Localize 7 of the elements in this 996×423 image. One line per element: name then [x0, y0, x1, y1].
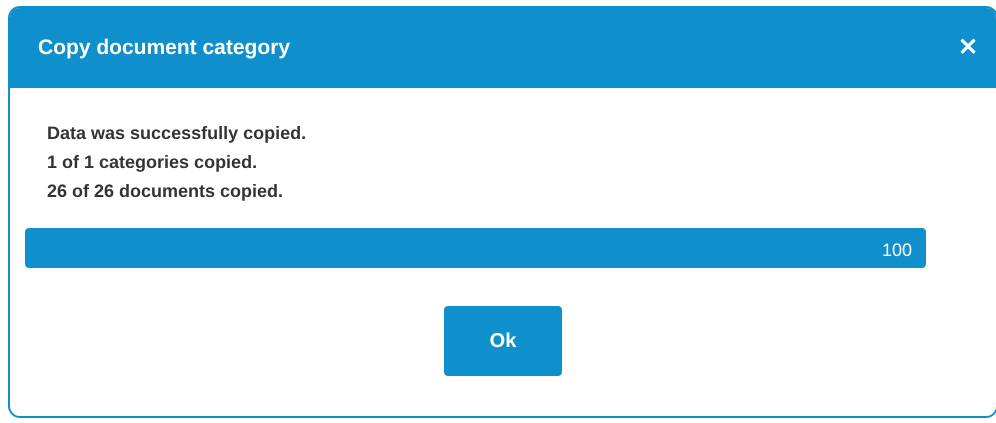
progress-value: 100	[882, 239, 912, 262]
message-text: Data was successfully copied.	[47, 122, 308, 145]
close-button[interactable]: ✕	[954, 36, 982, 60]
window-title: Copy document category	[38, 35, 290, 62]
ok-button[interactable]: Ok	[444, 306, 562, 376]
message-text: 26 of 26 documents copied.	[47, 180, 284, 203]
message-text: 1 of 1 categories copied.	[47, 151, 258, 174]
